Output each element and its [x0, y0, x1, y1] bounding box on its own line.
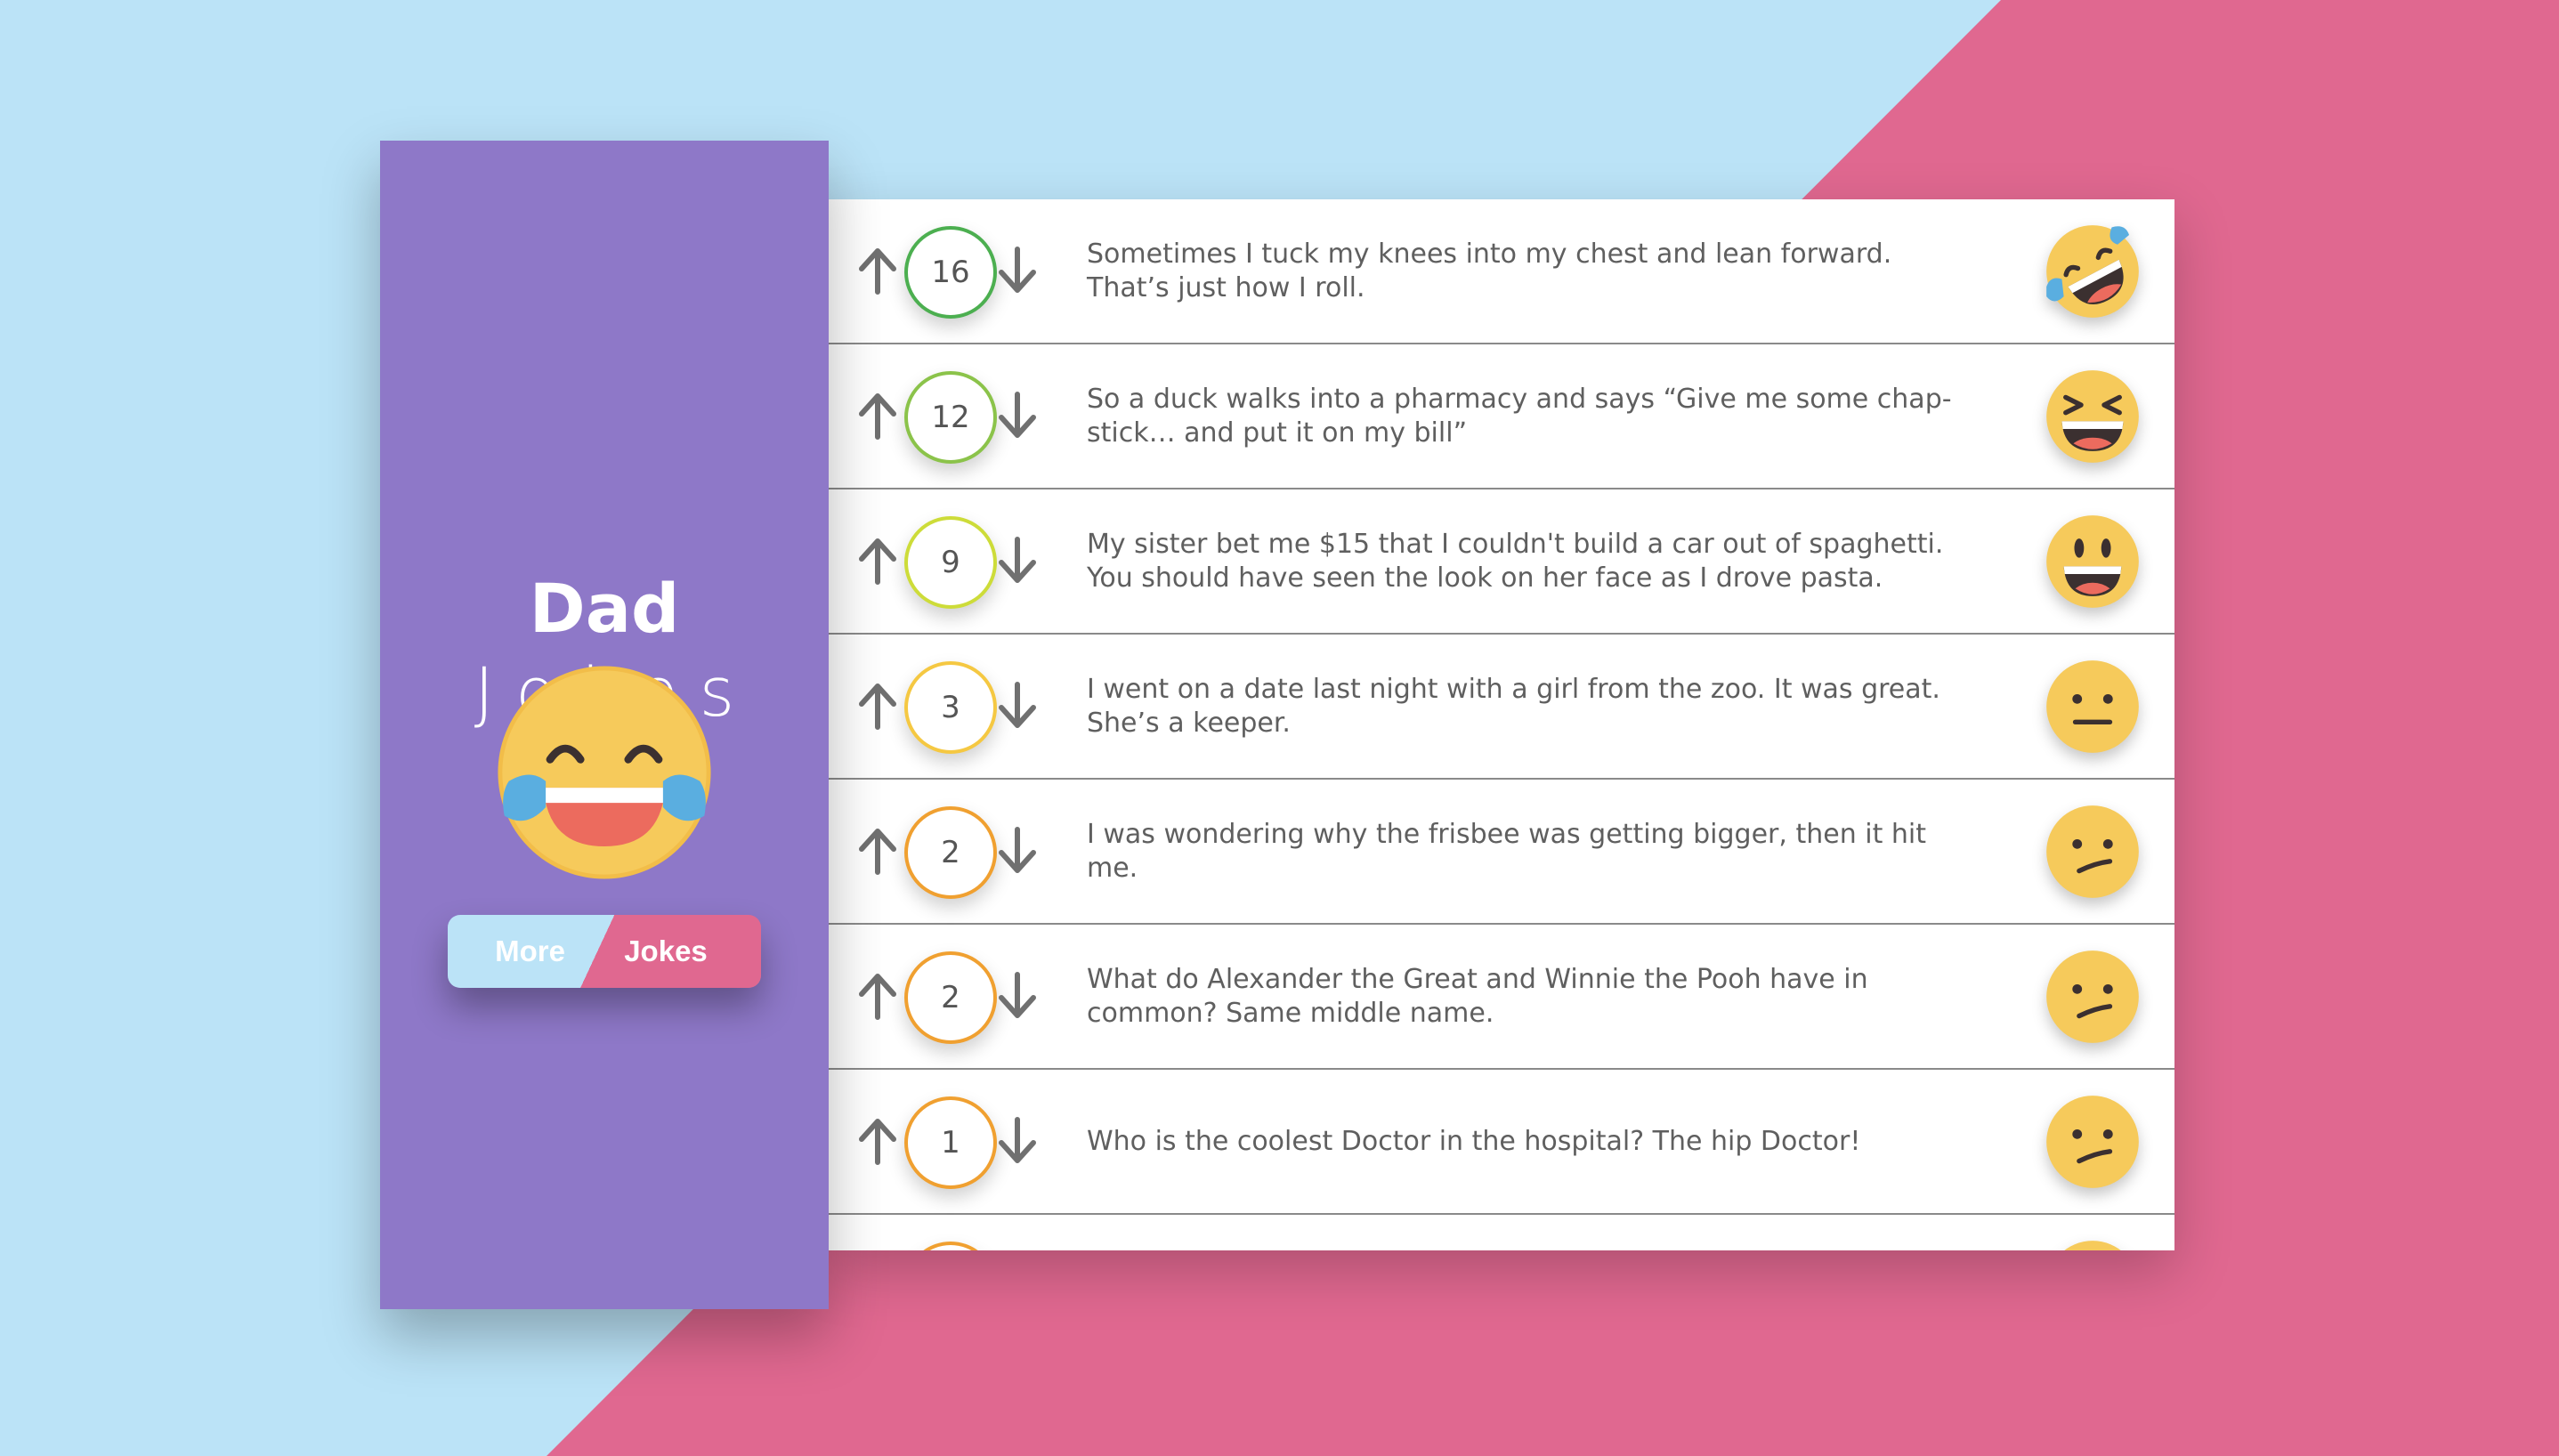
joke-row: 1 Who is the coolest Doctor in the hospit… [829, 1070, 2174, 1215]
joke-text: My sister bet me $15 that I couldn't bui… [1087, 528, 1944, 594]
joke-text-container [1087, 1215, 1977, 1250]
joke-row: 12 So a duck walks into a pharmacy and sa… [829, 344, 2174, 489]
upvote-arrow-icon[interactable] [851, 969, 904, 1023]
joke-list: 16 Sometimes I tuck my knees into my ches… [829, 199, 2174, 1250]
grinning-squinting-face-icon [2045, 368, 2141, 465]
score-badge: 1 [904, 1096, 997, 1189]
joke-text-container: Sometimes I tuck my knees into my chest … [1087, 199, 1977, 343]
joke-row: 9 My sister bet me $15 that I couldn't bu… [829, 489, 2174, 635]
joke-row: 2 I was wondering why the frisbee was get… [829, 780, 2174, 925]
score-badge: 16 [904, 226, 997, 319]
score-badge [904, 1242, 997, 1250]
confused-face-icon [2045, 1239, 2141, 1250]
joke-text: So a duck walks into a pharmacy and says… [1087, 383, 1952, 449]
neutral-face-icon [2045, 659, 2141, 755]
joke-row [829, 1215, 2174, 1250]
rolling-on-floor-laughing-icon [2045, 223, 2141, 320]
downvote-arrow-icon[interactable] [991, 534, 1044, 587]
confused-face-icon [2045, 1094, 2141, 1190]
sidebar: Dad Jokes More Jokes [380, 141, 829, 1309]
joke-text: Sometimes I tuck my knees into my chest … [1087, 238, 1892, 303]
confused-face-icon [2045, 949, 2141, 1045]
joke-text-container: I was wondering why the frisbee was gett… [1087, 780, 1977, 923]
more-jokes-button[interactable]: More Jokes [448, 915, 761, 988]
grinning-face-icon [2045, 514, 2141, 610]
score-badge: 2 [904, 951, 997, 1044]
upvote-arrow-icon[interactable] [851, 679, 904, 732]
upvote-arrow-icon[interactable] [851, 389, 904, 442]
score-badge: 3 [904, 661, 997, 754]
joke-text-container: What do Alexander the Great and Winnie t… [1087, 925, 1977, 1068]
score-badge: 2 [904, 806, 997, 899]
joke-text-container: So a duck walks into a pharmacy and says… [1087, 344, 1977, 488]
joke-row: 2 What do Alexander the Great and Winnie … [829, 925, 2174, 1070]
upvote-arrow-icon[interactable] [851, 534, 904, 587]
joke-text: I went on a date last night with a girl … [1087, 673, 1940, 739]
downvote-arrow-icon[interactable] [991, 389, 1044, 442]
joke-text: Who is the coolest Doctor in the hospita… [1087, 1125, 1861, 1157]
score-badge: 9 [904, 516, 997, 609]
upvote-arrow-icon[interactable] [851, 1114, 904, 1168]
joke-row: 16 Sometimes I tuck my knees into my ches… [829, 199, 2174, 344]
downvote-arrow-icon[interactable] [991, 679, 1044, 732]
downvote-arrow-icon[interactable] [991, 1114, 1044, 1168]
face-with-tears-of-joy-icon [498, 666, 711, 879]
joke-text-container: My sister bet me $15 that I couldn't bui… [1087, 489, 1977, 633]
downvote-arrow-icon[interactable] [991, 969, 1044, 1023]
joke-text-container: I went on a date last night with a girl … [1087, 635, 1977, 778]
more-label: More [495, 934, 565, 967]
joke-row: 3 I went on a date last night with a girl… [829, 635, 2174, 780]
joke-text: I was wondering why the frisbee was gett… [1087, 818, 1926, 884]
upvote-arrow-icon[interactable] [851, 824, 904, 878]
confused-face-icon [2045, 804, 2141, 900]
app-title: Dad [529, 569, 680, 648]
joke-text-container: Who is the coolest Doctor in the hospita… [1087, 1070, 1977, 1213]
upvote-arrow-icon[interactable] [851, 244, 904, 297]
joke-text: What do Alexander the Great and Winnie t… [1087, 963, 1868, 1029]
downvote-arrow-icon[interactable] [991, 244, 1044, 297]
downvote-arrow-icon[interactable] [991, 824, 1044, 878]
score-badge: 12 [904, 371, 997, 464]
jokes-label: Jokes [624, 934, 708, 967]
